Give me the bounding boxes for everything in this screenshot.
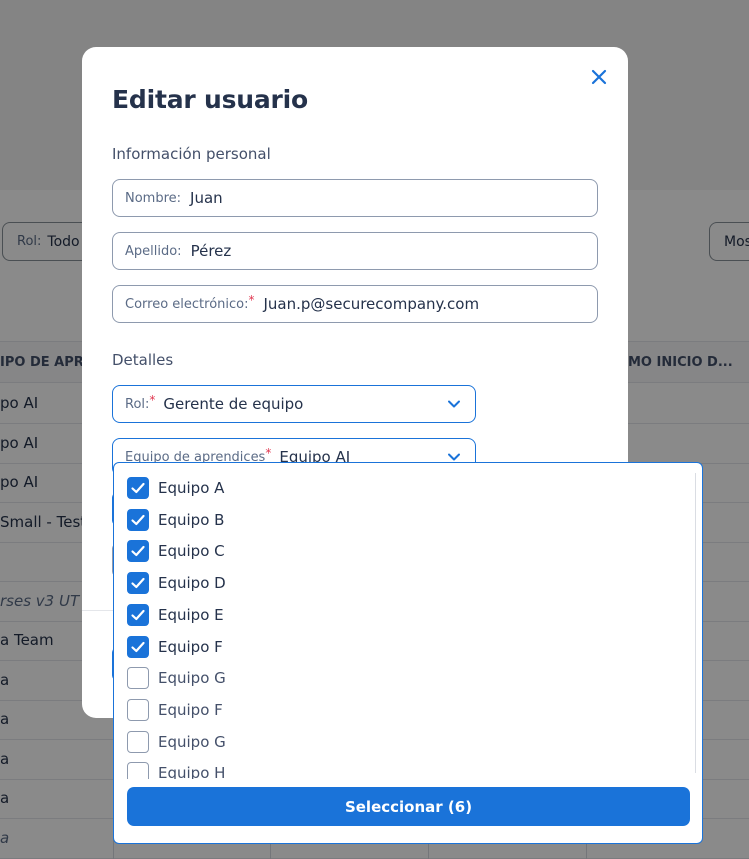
team-option[interactable]: Equipo B (127, 508, 224, 532)
team-option-label: Equipo D (158, 574, 226, 593)
email-value: Juan.p@securecompany.com (263, 295, 480, 313)
team-option[interactable]: Equipo E (127, 603, 224, 627)
required-marker: * (265, 446, 272, 460)
team-option[interactable]: Equipo C (127, 539, 225, 563)
last-name-field[interactable]: Apellido: Pérez (112, 232, 598, 270)
team-option[interactable]: Equipo G (127, 666, 226, 690)
last-name-value: Pérez (190, 242, 232, 260)
team-option-label: Equipo B (158, 510, 225, 529)
learner-team-dropdown: Equipo A Equipo B Equipo C Equipo D Equipo E… (113, 462, 703, 844)
checkbox-checked-icon[interactable] (127, 508, 149, 531)
first-name-field[interactable]: Nombre: Juan (112, 179, 598, 217)
first-name-label: Nombre: (125, 190, 182, 206)
email-label: Correo electrónico: (125, 296, 249, 312)
details-heading: Detalles (112, 351, 174, 369)
role-label: Rol: (125, 396, 150, 412)
scrollbar[interactable] (695, 473, 696, 773)
select-button[interactable]: Seleccionar (6) (127, 787, 690, 826)
team-option-label: Equipo H (158, 764, 226, 779)
close-icon[interactable] (588, 66, 610, 88)
checkbox-empty-icon[interactable] (127, 667, 149, 690)
team-option-label: Equipo G (158, 732, 226, 751)
personal-info-heading: Información personal (112, 145, 271, 163)
checkbox-checked-icon[interactable] (127, 540, 149, 563)
first-name-value: Juan (190, 189, 223, 207)
modal-title: Editar usuario (112, 85, 309, 114)
team-option-label: Equipo F (158, 637, 223, 656)
role-select[interactable]: Rol: * Gerente de equipo (112, 385, 476, 423)
email-field[interactable]: Correo electrónico: * Juan.p@securecompa… (112, 285, 598, 323)
checkbox-checked-icon[interactable] (127, 572, 149, 595)
team-option[interactable]: Equipo G (127, 730, 226, 754)
checkbox-checked-icon[interactable] (127, 635, 149, 658)
team-option[interactable]: Equipo H (127, 761, 225, 779)
team-option-label: Equipo E (158, 605, 224, 624)
required-marker: * (149, 393, 156, 407)
team-option-label: Equipo F (158, 700, 223, 719)
team-option-label: Equipo C (158, 542, 225, 561)
team-option-label: Equipo G (158, 669, 226, 688)
team-option[interactable]: Equipo F (127, 698, 223, 722)
checkbox-empty-icon[interactable] (127, 762, 149, 779)
checkbox-empty-icon[interactable] (127, 698, 149, 721)
team-option-label: Equipo A (158, 479, 225, 497)
checkbox-checked-icon[interactable] (127, 603, 149, 626)
team-option[interactable]: Equipo F (127, 635, 223, 659)
required-marker: * (248, 293, 255, 307)
checkbox-empty-icon[interactable] (127, 730, 149, 753)
team-option-list[interactable]: Equipo A Equipo B Equipo C Equipo D Equipo E… (114, 463, 694, 779)
checkbox-checked-icon[interactable] (127, 477, 149, 499)
team-option[interactable]: Equipo D (127, 571, 226, 595)
chevron-down-icon (448, 400, 460, 408)
role-value: Gerente de equipo (163, 395, 304, 413)
last-name-label: Apellido: (125, 243, 182, 259)
team-option[interactable]: Equipo A (127, 476, 224, 500)
